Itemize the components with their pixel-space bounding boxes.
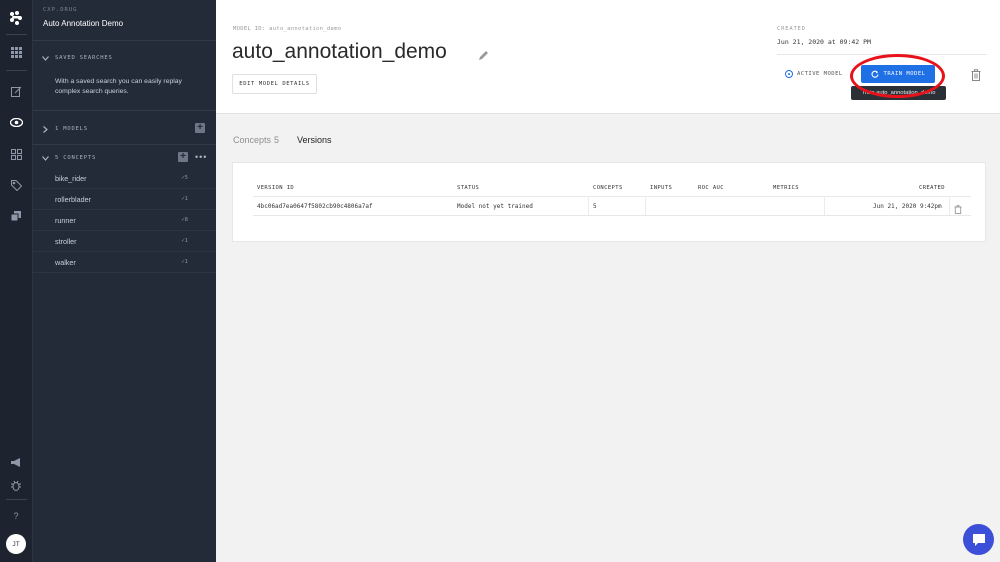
apps-grid-icon[interactable] — [8, 44, 24, 60]
column-header: ROC AUC — [698, 185, 724, 191]
concept-count: ✓1 — [181, 238, 188, 244]
megaphone-icon[interactable] — [8, 455, 24, 471]
concept-name: bike_rider — [55, 174, 87, 183]
chat-button[interactable] — [963, 524, 994, 555]
layers-icon[interactable] — [8, 208, 24, 224]
saved-searches-label: SAVED SEARCHES — [55, 55, 113, 61]
concept-name: runner — [55, 216, 76, 225]
saved-searches-header[interactable]: SAVED SEARCHES — [41, 54, 113, 62]
models-header[interactable]: 1 MODELS — [41, 125, 88, 133]
concepts-grid-icon[interactable] — [8, 146, 24, 162]
column-header: CONCEPTS — [593, 185, 623, 191]
icon-rail: ? JT — [0, 0, 33, 562]
chevron-down-icon — [41, 54, 49, 62]
highlight-annotation — [850, 54, 945, 98]
concept-name: stroller — [55, 237, 77, 246]
concept-count: ✓5 — [181, 175, 188, 181]
app-title[interactable]: Auto Annotation Demo — [43, 19, 123, 28]
concept-item-bike-rider[interactable]: bike_rider ✓5 — [33, 168, 216, 189]
avatar[interactable]: JT — [6, 534, 26, 554]
side-panel: CXP.DRUG Auto Annotation Demo SAVED SEAR… — [33, 0, 216, 562]
concepts-header[interactable]: 5 CONCEPTS — [41, 154, 96, 162]
concept-item-walker[interactable]: walker ✓1 — [33, 252, 216, 273]
delete-version-icon[interactable] — [954, 201, 962, 214]
chat-icon — [972, 533, 985, 546]
tab-concepts-label: Concepts — [233, 135, 272, 145]
active-model-label: ACTIVE MODEL — [797, 71, 843, 77]
column-header: INPUTS — [650, 185, 673, 191]
concept-count: ✓1 — [181, 259, 188, 265]
clarifai-logo-icon[interactable] — [8, 10, 24, 26]
concepts-label: 5 CONCEPTS — [55, 155, 97, 161]
pencil-icon[interactable] — [478, 48, 490, 60]
tag-icon[interactable] — [8, 177, 24, 193]
concept-name: walker — [55, 258, 76, 267]
created-cell: Jun 21, 2020 9:42pm — [873, 203, 942, 210]
help-icon[interactable]: ? — [8, 508, 24, 524]
add-model-button[interactable]: + — [195, 123, 205, 133]
created-value: Jun 21, 2020 at 09:42 PM — [777, 38, 871, 46]
status-cell: Model not yet trained — [457, 203, 533, 210]
column-header: CREATED — [919, 185, 945, 191]
version-id-cell: 4bc06ad7ea0647f5802cb90c4806a7af — [257, 203, 373, 210]
active-model-radio[interactable] — [785, 70, 793, 78]
concepts-cell: 5 — [593, 203, 597, 210]
tab-versions[interactable]: Versions — [297, 135, 332, 145]
add-concept-button[interactable]: + — [178, 152, 188, 162]
more-options-icon[interactable]: ••• — [195, 152, 207, 162]
created-label: CREATED — [777, 26, 806, 32]
tab-concepts[interactable]: Concepts 5 — [233, 135, 279, 145]
app-subtitle: CXP.DRUG — [43, 7, 78, 13]
saved-searches-description: With a saved search you can easily repla… — [55, 78, 182, 95]
concept-count: ✓1 — [181, 196, 188, 202]
eye-icon[interactable] — [8, 114, 24, 130]
chevron-right-icon — [41, 125, 49, 133]
edit-model-details-button[interactable]: EDIT MODEL DETAILS — [232, 74, 317, 94]
model-header: MODEL ID: auto_annotation_demo auto_anno… — [216, 0, 1000, 114]
column-header: STATUS — [457, 185, 480, 191]
page-title: auto_annotation_demo — [232, 40, 447, 63]
bug-icon[interactable] — [8, 477, 24, 493]
concept-count: ✓8 — [181, 217, 188, 223]
concept-name: rollerblader — [55, 195, 91, 204]
concept-item-rollerblader[interactable]: rollerblader ✓1 — [33, 189, 216, 210]
tab-concepts-count: 5 — [274, 135, 280, 145]
column-header: VERSION ID — [257, 185, 295, 191]
model-id: MODEL ID: auto_annotation_demo — [233, 26, 342, 32]
versions-table: VERSION ID STATUS CONCEPTS INPUTS ROC AU… — [232, 162, 986, 242]
models-label: 1 MODELS — [55, 126, 88, 132]
concept-item-runner[interactable]: runner ✓8 — [33, 210, 216, 231]
column-header: METRICS — [773, 185, 799, 191]
concept-item-stroller[interactable]: stroller ✓1 — [33, 231, 216, 252]
chevron-down-icon — [41, 154, 49, 162]
edit-icon[interactable] — [8, 83, 24, 99]
delete-model-icon[interactable] — [971, 68, 981, 81]
